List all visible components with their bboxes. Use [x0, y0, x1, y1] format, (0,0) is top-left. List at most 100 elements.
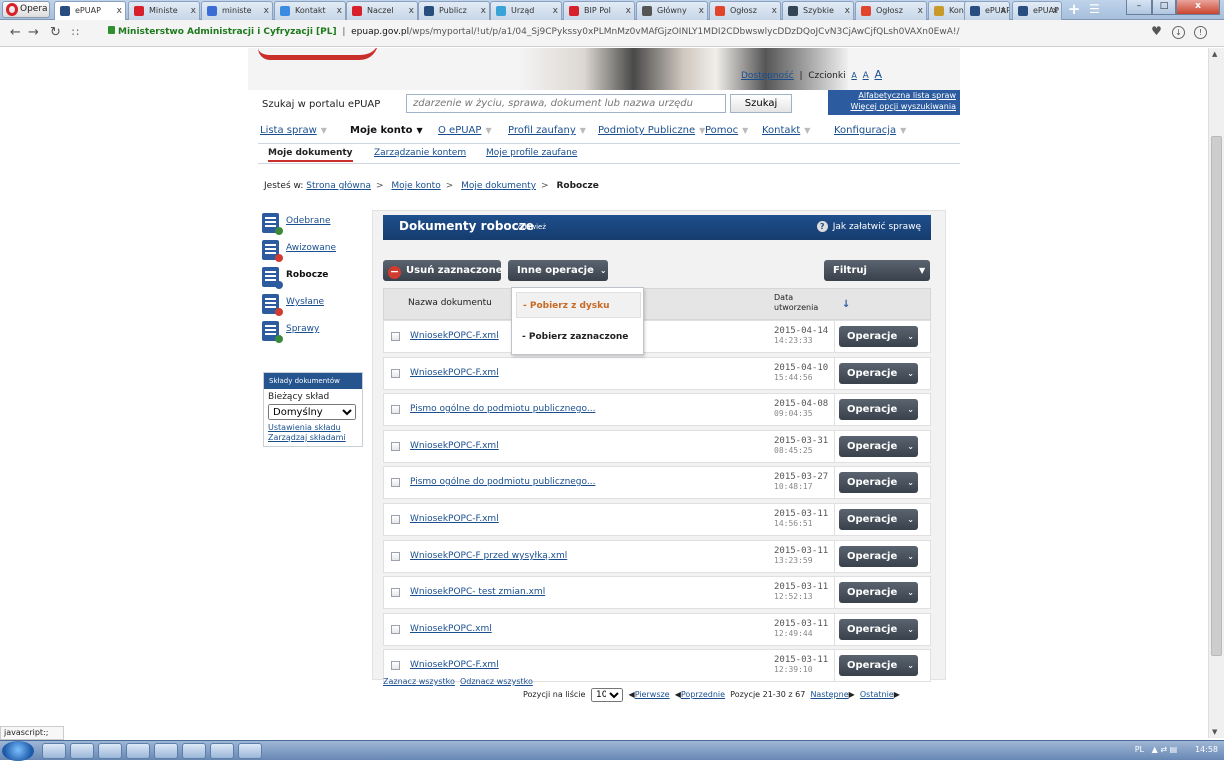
nav-item-kontakt[interactable]: Kontakt ▼ — [762, 125, 810, 136]
taskbar-app-icon[interactable] — [154, 743, 178, 759]
row-operations-button[interactable]: Operacje ⌄ — [839, 436, 918, 457]
close-tab-icon[interactable]: x — [264, 2, 269, 20]
row-operations-button[interactable]: Operacje ⌄ — [839, 472, 918, 493]
browser-tab[interactable]: ministe x — [201, 1, 273, 20]
sidebar-item-robocze[interactable]: Robocze — [260, 267, 370, 294]
delete-selected-button[interactable]: − Usuń zaznaczone — [383, 260, 503, 281]
storage-select[interactable]: Domyślny — [268, 404, 356, 420]
close-tab-icon[interactable]: x — [772, 2, 777, 20]
select-all-link[interactable]: Zaznacz wszystko — [383, 677, 455, 686]
taskbar-app-icon[interactable] — [210, 743, 234, 759]
browser-tab[interactable]: Ministe x — [128, 1, 200, 20]
row-operations-button[interactable]: Operacje ⌄ — [839, 582, 918, 603]
nav-item-konfiguracja[interactable]: Konfiguracja ▼ — [834, 125, 906, 136]
browser-tab[interactable]: Ogłosz x — [709, 1, 781, 20]
row-operations-button[interactable]: Operacje ⌄ — [839, 363, 918, 384]
document-name-link[interactable]: WniosekPOPC- test zmian.xml — [410, 587, 545, 597]
sidebar-item-awizowane[interactable]: Awizowane — [260, 240, 370, 267]
font-size-small[interactable]: A — [851, 71, 856, 80]
row-checkbox[interactable] — [391, 442, 400, 451]
nav-item-lista-spraw[interactable]: Lista spraw ▼ — [260, 125, 327, 136]
taskbar-app-icon[interactable] — [182, 743, 206, 759]
document-name-link[interactable]: WniosekPOPC.xml — [410, 624, 492, 634]
page-scrollbar[interactable]: ▲ ▼ — [1208, 48, 1224, 738]
other-operations-button[interactable]: Inne operacje ⌄ — [508, 260, 608, 281]
subnav-moje-dokumenty[interactable]: Moje dokumenty — [268, 148, 353, 162]
browser-tab[interactable]: Kontaktx — [274, 1, 346, 20]
browser-tab[interactable]: BIP Pol x — [563, 1, 635, 20]
close-tab-icon[interactable]: x — [553, 2, 558, 20]
row-checkbox[interactable] — [391, 405, 400, 414]
browser-tab[interactable]: Publicz x — [418, 1, 490, 20]
download-icon[interactable]: ↓ — [1172, 26, 1185, 39]
next-page-link[interactable]: Następne▶ — [810, 690, 854, 699]
more-search-options-link[interactable]: Więcej opcji wyszukiwania — [828, 101, 960, 112]
browser-tab[interactable]: Urząd x — [490, 1, 562, 20]
deselect-all-link[interactable]: Odznacz wszystko — [460, 677, 533, 686]
scroll-up-icon[interactable]: ▲ — [1212, 50, 1217, 58]
taskbar-app-icon[interactable] — [126, 743, 150, 759]
font-size-medium[interactable]: A — [863, 71, 869, 81]
help-link[interactable]: ? Jak załatwić sprawę — [816, 221, 921, 232]
sidebar-item-odebrane[interactable]: Odebrane — [260, 213, 370, 240]
start-button[interactable] — [2, 741, 34, 761]
forward-icon[interactable]: → — [28, 25, 39, 41]
column-date-header[interactable]: Data utworzenia — [774, 293, 818, 313]
sidebar-item-wyslane[interactable]: Wysłane — [260, 294, 370, 321]
close-tab-icon[interactable]: x — [626, 2, 631, 20]
close-tab-icon[interactable]: x — [918, 2, 923, 20]
close-tab-icon[interactable]: x — [191, 2, 196, 20]
breadcrumb-account[interactable]: Moje konto — [391, 181, 440, 191]
close-tab-icon[interactable]: x — [699, 2, 704, 20]
browser-tab[interactable]: ePUAP x — [1012, 1, 1062, 20]
close-tab-icon[interactable]: x — [481, 2, 486, 20]
last-page-link[interactable]: Ostatnie▶ — [860, 690, 900, 699]
tab-menu-icon[interactable]: ☰ — [1089, 2, 1105, 18]
storage-settings-link[interactable]: Ustawienia składu — [268, 423, 358, 433]
taskbar-app-icon[interactable] — [70, 743, 94, 759]
breadcrumb-home[interactable]: Strona główna — [306, 181, 371, 191]
opera-menu-button[interactable]: Opera — [2, 1, 50, 18]
row-operations-button[interactable]: Operacje ⌄ — [839, 509, 918, 530]
reload-icon[interactable]: ↻ — [50, 25, 61, 41]
row-checkbox[interactable] — [391, 588, 400, 597]
document-name-link[interactable]: WniosekPOPC-F.xml — [410, 660, 499, 670]
row-operations-button[interactable]: Operacje ⌄ — [839, 619, 918, 640]
taskbar-app-icon[interactable] — [98, 743, 122, 759]
search-button[interactable]: Szukaj — [730, 94, 792, 113]
close-tab-icon[interactable]: x — [1053, 2, 1058, 20]
close-window-button[interactable]: x — [1176, 0, 1220, 15]
browser-tab[interactable]: Ogłosz x — [855, 1, 927, 20]
document-name-link[interactable]: WniosekPOPC-F.xml — [410, 331, 499, 341]
subnav-zarzadzanie-kontem[interactable]: Zarządzanie kontem — [374, 148, 466, 158]
extension-icon[interactable]: ! — [1194, 26, 1207, 39]
accessibility-link[interactable]: Dostępność — [741, 71, 794, 81]
sort-arrow-icon[interactable]: ↓ — [842, 299, 850, 310]
row-checkbox[interactable] — [391, 369, 400, 378]
storage-manage-link[interactable]: Zarządzaj składami — [268, 433, 358, 443]
search-input[interactable] — [406, 94, 726, 113]
row-operations-button[interactable]: Operacje ⌄ — [839, 655, 918, 676]
nav-item-o-epuap[interactable]: O ePUAP ▼ — [438, 125, 492, 136]
speed-dial-icon[interactable]: ∷ — [72, 25, 79, 41]
menu-item-load-from-disk[interactable]: - Pobierz z dysku — [516, 292, 641, 318]
document-name-link[interactable]: Pismo ogólne do podmiotu publicznego... — [410, 477, 595, 487]
browser-tab[interactable]: Główny x — [636, 1, 708, 20]
back-icon[interactable]: ← — [10, 25, 21, 41]
menu-item-load-selected[interactable]: - Pobierz zaznaczone — [516, 324, 641, 350]
heart-icon[interactable]: ♥ — [1150, 25, 1163, 39]
new-tab-button[interactable]: + — [1065, 2, 1083, 18]
row-operations-button[interactable]: Operacje ⌄ — [839, 546, 918, 567]
row-checkbox[interactable] — [391, 552, 400, 561]
nav-item-moje-konto[interactable]: Moje konto ▼ — [350, 125, 423, 136]
sidebar-item-sprawy[interactable]: Sprawy — [260, 321, 370, 348]
document-name-link[interactable]: WniosekPOPC-F.xml — [410, 441, 499, 451]
scroll-down-icon[interactable]: ▼ — [1212, 728, 1217, 736]
scroll-thumb[interactable] — [1211, 136, 1222, 656]
filter-button[interactable]: Filtruj ▼ — [824, 260, 930, 281]
taskbar-app-icon[interactable] — [42, 743, 66, 759]
column-name-header[interactable]: Nazwa dokumentu — [408, 298, 492, 308]
browser-tab[interactable]: ePUAP x — [54, 1, 126, 20]
row-checkbox[interactable] — [391, 478, 400, 487]
document-name-link[interactable]: WniosekPOPC-F.xml — [410, 368, 499, 378]
